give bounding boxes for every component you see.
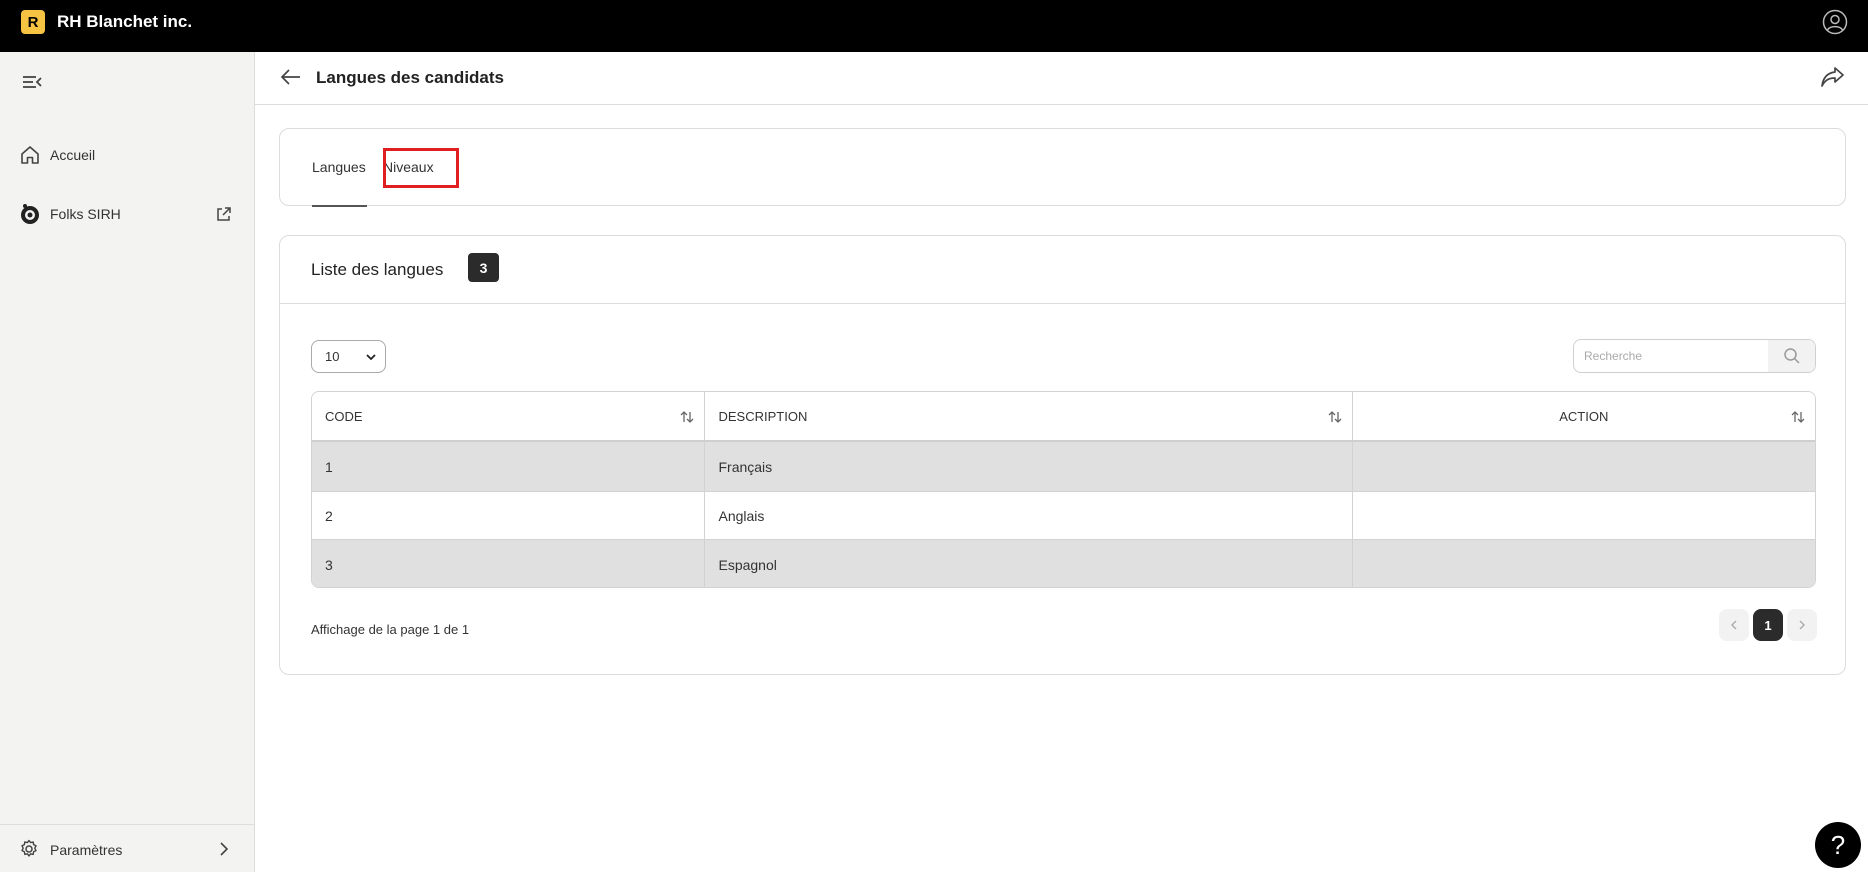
external-link-icon[interactable]	[215, 206, 232, 223]
collapse-sidebar-icon[interactable]	[21, 72, 43, 92]
chevron-right-icon	[1799, 620, 1805, 630]
pagination: 1	[1719, 609, 1817, 641]
page-title: Langues des candidats	[316, 68, 504, 87]
list-title: Liste des langues	[311, 260, 444, 279]
share-icon[interactable]	[1820, 65, 1846, 89]
user-account-icon[interactable]	[1822, 9, 1848, 35]
sidebar-item-parametres[interactable]: Paramètres	[0, 824, 254, 872]
next-page-button[interactable]	[1787, 609, 1817, 641]
cell-action	[1353, 492, 1815, 539]
table-row[interactable]: 3 Espagnol	[312, 540, 1815, 587]
search-button[interactable]	[1768, 340, 1815, 372]
sidebar-item-accueil[interactable]: Accueil	[0, 135, 254, 175]
pagination-info: Affichage de la page 1 de 1	[311, 622, 470, 637]
table-row[interactable]: 1 Français	[312, 442, 1815, 491]
chevron-right-icon	[220, 842, 229, 856]
highlight-box	[383, 148, 459, 188]
languages-list-card: Liste des langues 3 10 CODE	[279, 235, 1846, 675]
previous-page-button[interactable]	[1719, 609, 1749, 641]
page-header: Langues des candidats	[255, 52, 1868, 105]
cell-description: Espagnol	[705, 540, 1353, 587]
column-label: CODE	[325, 408, 363, 424]
column-header-action[interactable]: ACTION	[1353, 392, 1815, 440]
search-icon	[1783, 348, 1800, 364]
sort-icon	[681, 411, 694, 423]
column-label: ACTION	[1559, 408, 1609, 424]
cell-description: Français	[705, 442, 1353, 491]
cell-action	[1353, 540, 1815, 587]
search-box	[1573, 339, 1816, 373]
tab-langues[interactable]: Langues	[312, 129, 367, 207]
chevron-down-icon	[366, 354, 376, 361]
sort-icon	[1328, 411, 1342, 423]
sidebar-item-folks-sirh[interactable]: Folks SIRH	[0, 194, 254, 234]
search-input[interactable]	[1574, 340, 1769, 372]
column-header-description[interactable]: DESCRIPTION	[705, 392, 1353, 440]
cell-code: 1	[312, 442, 706, 491]
chevron-left-icon	[1731, 620, 1737, 630]
count-badge: 3	[468, 253, 499, 282]
languages-table: CODE DESCRIPTION ACTION 1 Français 2 Ang…	[311, 391, 1816, 588]
back-arrow-icon[interactable]	[279, 65, 303, 89]
cell-code: 3	[312, 540, 706, 587]
sidebar-item-label: Paramètres	[50, 842, 123, 858]
page-size-value: 10	[325, 349, 340, 364]
sort-icon	[1791, 411, 1805, 423]
home-icon	[21, 146, 39, 164]
company-logo: R	[21, 10, 45, 34]
table-header-row: CODE DESCRIPTION ACTION	[312, 392, 1815, 442]
sidebar-item-label: Accueil	[50, 147, 96, 163]
page-size-select[interactable]: 10	[311, 340, 386, 373]
table-row[interactable]: 2 Anglais	[312, 491, 1815, 540]
cell-action	[1353, 442, 1815, 491]
gear-icon	[21, 839, 37, 857]
page-button-current[interactable]: 1	[1753, 609, 1783, 641]
company-name: RH Blanchet inc.	[57, 12, 193, 31]
folks-logo-icon	[21, 204, 39, 224]
tabs-card: Langues Niveaux	[279, 128, 1846, 207]
column-header-code[interactable]: CODE	[312, 392, 706, 440]
help-button[interactable]: ?	[1815, 822, 1861, 868]
tab-label: Langues	[312, 159, 366, 175]
top-bar: R RH Blanchet inc.	[0, 0, 1868, 52]
column-label: DESCRIPTION	[718, 408, 808, 424]
list-header: Liste des langues 3	[280, 236, 1845, 304]
sidebar-item-label: Folks SIRH	[50, 206, 121, 222]
cell-code: 2	[312, 492, 706, 539]
sidebar: Accueil Folks SIRH Paramètres	[0, 52, 255, 872]
cell-description: Anglais	[705, 492, 1353, 539]
